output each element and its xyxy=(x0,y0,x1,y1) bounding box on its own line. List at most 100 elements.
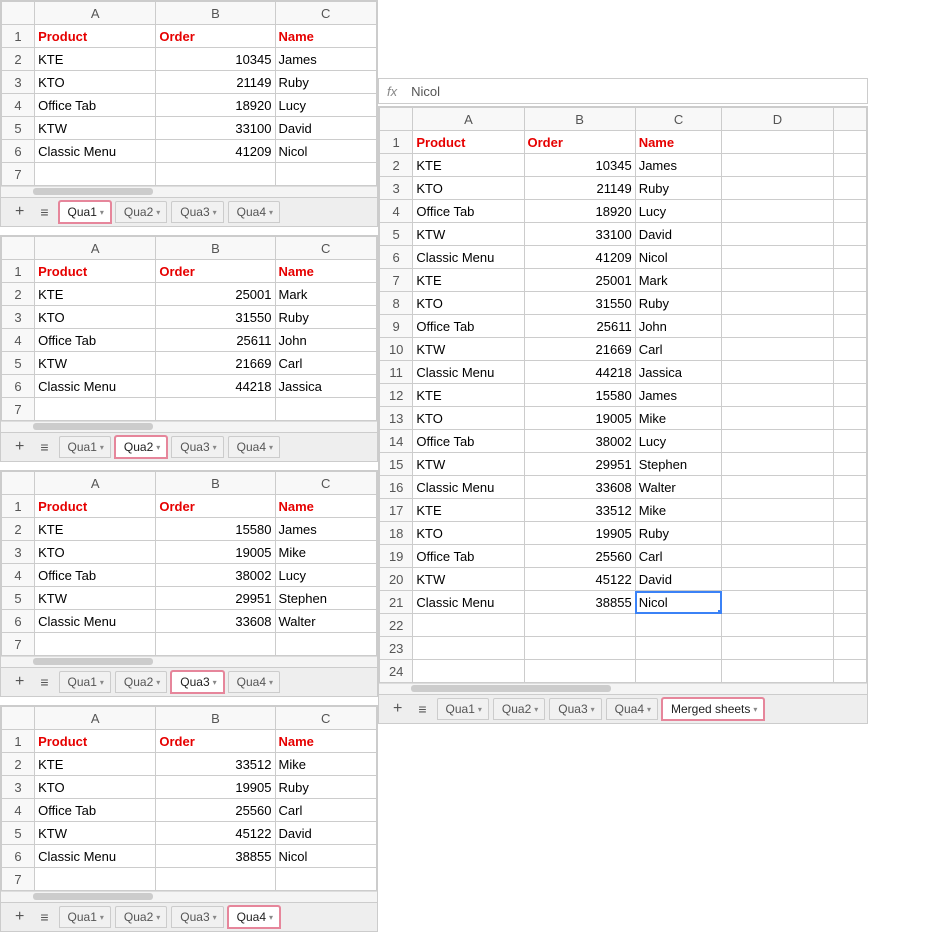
row-header[interactable]: 2 xyxy=(2,48,35,71)
cell[interactable] xyxy=(156,633,275,656)
add-sheet-icon[interactable]: + xyxy=(7,673,32,691)
spreadsheet-grid[interactable]: ABC1ProductOrderName2KTE10345James3KTO21… xyxy=(1,1,377,186)
cell[interactable] xyxy=(413,614,524,637)
cell[interactable]: KTE xyxy=(413,269,524,292)
cell[interactable]: 38002 xyxy=(524,430,635,453)
column-header[interactable]: B xyxy=(156,707,275,730)
row-header[interactable]: 7 xyxy=(2,163,35,186)
cell[interactable]: 33608 xyxy=(156,610,275,633)
cell[interactable]: 15580 xyxy=(524,384,635,407)
cell[interactable] xyxy=(722,177,833,200)
cell[interactable] xyxy=(722,200,833,223)
header-cell[interactable]: Name xyxy=(275,260,377,283)
cell[interactable]: 41209 xyxy=(524,246,635,269)
cell[interactable] xyxy=(722,338,833,361)
cell[interactable] xyxy=(833,338,866,361)
row-header[interactable]: 23 xyxy=(380,637,413,660)
row-header[interactable]: 1 xyxy=(2,260,35,283)
cell[interactable]: Office Tab xyxy=(413,545,524,568)
cell[interactable]: KTE xyxy=(35,518,156,541)
cell[interactable] xyxy=(35,398,156,421)
cell[interactable]: Ruby xyxy=(275,776,377,799)
cell[interactable]: Ruby xyxy=(635,292,722,315)
cell[interactable]: Mark xyxy=(275,283,377,306)
cell[interactable]: Office Tab xyxy=(35,329,156,352)
sheet-tab[interactable]: Qua1▾ xyxy=(59,671,111,693)
cell[interactable]: Lucy xyxy=(275,94,377,117)
cell[interactable]: Mark xyxy=(635,269,722,292)
cell[interactable]: 25611 xyxy=(156,329,275,352)
row-header[interactable]: 1 xyxy=(2,25,35,48)
sheet-tab[interactable]: Qua2▾ xyxy=(115,201,167,223)
select-all-corner[interactable] xyxy=(2,472,35,495)
row-header[interactable]: 2 xyxy=(2,283,35,306)
sheet-tab[interactable]: Qua3▾ xyxy=(171,436,223,458)
row-header[interactable]: 4 xyxy=(2,564,35,587)
cell[interactable] xyxy=(156,163,275,186)
cell[interactable]: John xyxy=(635,315,722,338)
cell[interactable] xyxy=(722,522,833,545)
sheet-tab[interactable]: Qua4▾ xyxy=(606,698,658,720)
cell[interactable]: Classic Menu xyxy=(413,476,524,499)
row-header[interactable]: 3 xyxy=(2,306,35,329)
cell[interactable]: 19005 xyxy=(524,407,635,430)
cell[interactable]: 33100 xyxy=(524,223,635,246)
cell[interactable]: KTO xyxy=(413,177,524,200)
spreadsheet-grid[interactable]: ABC1ProductOrderName2KTE25001Mark3KTO315… xyxy=(1,236,377,421)
tab-menu-icon[interactable]: ▾ xyxy=(156,678,160,687)
cell[interactable]: KTO xyxy=(35,306,156,329)
cell[interactable] xyxy=(722,154,833,177)
row-header[interactable]: 13 xyxy=(380,407,413,430)
tab-menu-icon[interactable]: ▾ xyxy=(156,443,160,452)
row-header[interactable]: 2 xyxy=(2,753,35,776)
cell[interactable]: Ruby xyxy=(635,522,722,545)
cell[interactable] xyxy=(275,633,377,656)
cell[interactable]: Walter xyxy=(275,610,377,633)
sheet-tab[interactable]: Qua2▾ xyxy=(115,671,167,693)
cell[interactable]: Classic Menu xyxy=(413,591,524,614)
row-header[interactable]: 5 xyxy=(2,822,35,845)
tab-menu-icon[interactable]: ▾ xyxy=(213,913,217,922)
row-header[interactable]: 14 xyxy=(380,430,413,453)
cell[interactable] xyxy=(833,177,866,200)
cell[interactable] xyxy=(524,660,635,683)
horizontal-scrollbar[interactable] xyxy=(1,186,377,197)
select-all-corner[interactable] xyxy=(380,108,413,131)
sheet-tab[interactable]: Qua4▾ xyxy=(228,671,280,693)
row-header[interactable]: 4 xyxy=(2,329,35,352)
sheet-tab[interactable]: Merged sheets▾ xyxy=(662,698,764,720)
cell[interactable] xyxy=(833,131,866,154)
sheet-tab[interactable]: Qua4▾ xyxy=(228,436,280,458)
cell[interactable]: Ruby xyxy=(275,71,377,94)
sheet-tab[interactable]: Qua1▾ xyxy=(437,698,489,720)
cell[interactable] xyxy=(35,633,156,656)
cell[interactable]: 45122 xyxy=(156,822,275,845)
cell[interactable]: 38855 xyxy=(156,845,275,868)
row-header[interactable]: 6 xyxy=(2,845,35,868)
row-header[interactable]: 15 xyxy=(380,453,413,476)
cell[interactable]: James xyxy=(635,384,722,407)
cell[interactable]: KTW xyxy=(413,568,524,591)
tab-menu-icon[interactable]: ▾ xyxy=(753,705,757,714)
cell[interactable] xyxy=(833,522,866,545)
cell[interactable] xyxy=(833,591,866,614)
all-sheets-icon[interactable]: ≡ xyxy=(32,909,56,925)
header-cell[interactable]: Product xyxy=(413,131,524,154)
tab-menu-icon[interactable]: ▾ xyxy=(591,705,595,714)
cell[interactable] xyxy=(635,614,722,637)
row-header[interactable]: 4 xyxy=(2,94,35,117)
cell[interactable] xyxy=(722,246,833,269)
header-cell[interactable]: Name xyxy=(275,495,377,518)
all-sheets-icon[interactable]: ≡ xyxy=(32,439,56,455)
cell[interactable]: 21149 xyxy=(524,177,635,200)
row-header[interactable]: 1 xyxy=(2,730,35,753)
sheet-tab[interactable]: Qua1▾ xyxy=(59,906,111,928)
cell[interactable]: Carl xyxy=(275,352,377,375)
add-sheet-icon[interactable]: + xyxy=(7,438,32,456)
cell[interactable]: 33512 xyxy=(524,499,635,522)
cell[interactable]: KTW xyxy=(413,338,524,361)
cell[interactable]: Classic Menu xyxy=(35,140,156,163)
cell[interactable] xyxy=(722,591,833,614)
cell[interactable]: Stephen xyxy=(275,587,377,610)
column-header[interactable]: A xyxy=(35,472,156,495)
